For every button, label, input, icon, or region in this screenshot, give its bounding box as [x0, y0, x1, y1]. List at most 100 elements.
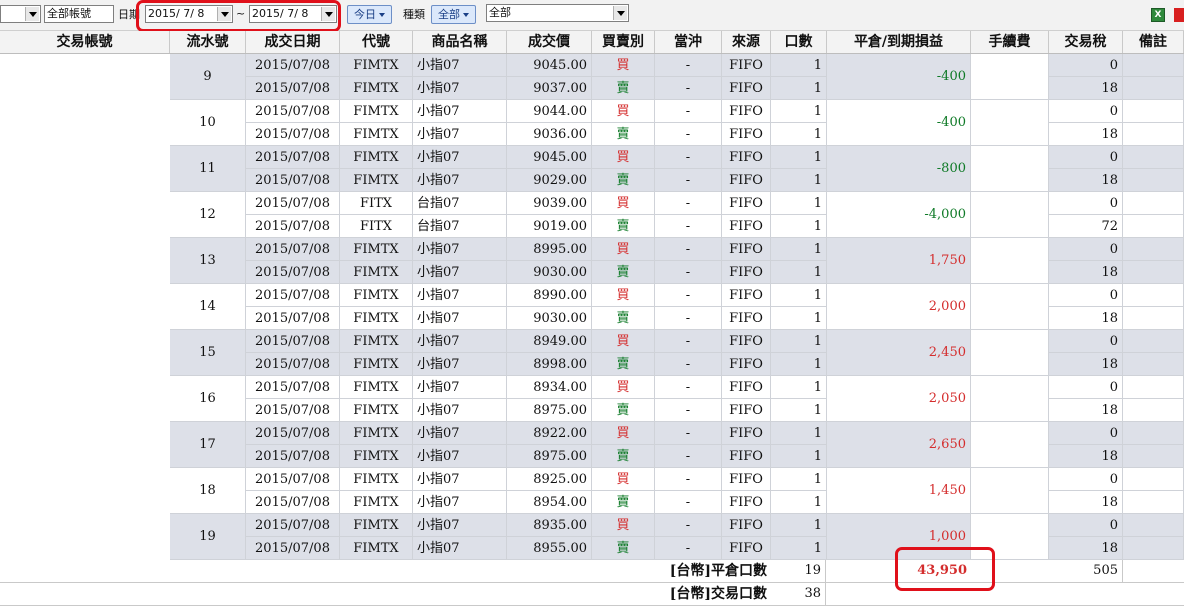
daytrade-cell: -	[655, 330, 722, 353]
side-cell: 買	[592, 422, 655, 445]
tax-cell: 18	[1049, 261, 1123, 284]
column-header-name[interactable]: 商品名稱	[413, 31, 507, 53]
trade-group[interactable]: 15 2015/07/08 FIMTX 小指07 8949.00 買 - FIFO 1 0 2015…	[0, 330, 1184, 376]
qty-cell: 1	[771, 491, 827, 514]
column-header-price[interactable]: 成交價	[507, 31, 592, 53]
side-cell: 賣	[592, 77, 655, 100]
price-cell: 8975.00	[507, 445, 592, 468]
side-cell: 賣	[592, 307, 655, 330]
trade-group[interactable]: 14 2015/07/08 FIMTX 小指07 8990.00 買 - FIFO 1 0 2015…	[0, 284, 1184, 330]
note-cell	[1123, 422, 1184, 445]
account-field[interactable]: 全部帳號	[44, 5, 114, 23]
seq-cell: 13	[170, 238, 246, 284]
tax-cell: 18	[1049, 353, 1123, 376]
trade-group[interactable]: 16 2015/07/08 FIMTX 小指07 8934.00 買 - FIFO 1 0 2015…	[0, 376, 1184, 422]
column-header-daytrade[interactable]: 當沖	[655, 31, 722, 53]
column-header-note[interactable]: 備註	[1123, 31, 1184, 53]
daytrade-cell: -	[655, 537, 722, 560]
seq-cell: 14	[170, 284, 246, 330]
price-cell: 8954.00	[507, 491, 592, 514]
summary-section: [台幣]平倉口數 19 43,950 505 [台幣]交易口數 38	[0, 547, 1184, 606]
qty-cell: 1	[771, 215, 827, 238]
trade-group[interactable]: 9 2015/07/08 FIMTX 小指07 9045.00 買 - FIFO 1 0 2015/…	[0, 54, 1184, 100]
price-cell: 9037.00	[507, 77, 592, 100]
fee-cell	[971, 54, 1049, 100]
product-name-cell: 小指07	[413, 54, 507, 77]
trade-grid: 9 2015/07/08 FIMTX 小指07 9045.00 買 - FIFO 1 0 2015/…	[0, 54, 1184, 560]
source-cell: FIFO	[722, 491, 771, 514]
date-cell: 2015/07/08	[246, 77, 340, 100]
trade-group[interactable]: 11 2015/07/08 FIMTX 小指07 9045.00 買 - FIFO 1 0 2015…	[0, 146, 1184, 192]
note-cell	[1123, 261, 1184, 284]
column-header-source[interactable]: 來源	[722, 31, 771, 53]
column-header-side[interactable]: 買賣別	[592, 31, 655, 53]
column-header-account[interactable]: 交易帳號	[0, 31, 170, 53]
date-cell: 2015/07/08	[246, 215, 340, 238]
today-button[interactable]: 今日	[347, 5, 392, 24]
product-name-cell: 小指07	[413, 284, 507, 307]
date-cell: 2015/07/08	[246, 261, 340, 284]
code-cell: FIMTX	[340, 284, 413, 307]
source-cell: FIFO	[722, 146, 771, 169]
note-cell	[1123, 491, 1184, 514]
chevron-down-icon[interactable]	[25, 7, 39, 21]
pl-cell: 2,000	[827, 284, 971, 330]
seq-cell: 16	[170, 376, 246, 422]
fee-cell	[971, 238, 1049, 284]
code-cell: FIMTX	[340, 54, 413, 77]
code-cell: FIMTX	[340, 376, 413, 399]
code-cell: FIMTX	[340, 537, 413, 560]
price-cell: 8990.00	[507, 284, 592, 307]
column-header-tax[interactable]: 交易稅	[1049, 31, 1123, 53]
date-cell: 2015/07/08	[246, 54, 340, 77]
side-cell: 買	[592, 468, 655, 491]
tax-cell: 18	[1049, 307, 1123, 330]
chevron-down-icon[interactable]	[321, 7, 335, 21]
column-header-qty[interactable]: 口數	[771, 31, 827, 53]
chevron-down-icon[interactable]	[217, 7, 231, 21]
source-cell: FIFO	[722, 353, 771, 376]
date-from-picker[interactable]: 2015/ 7/ 8	[145, 5, 233, 23]
date-cell: 2015/07/08	[246, 307, 340, 330]
fee-cell	[971, 330, 1049, 376]
source-cell: FIFO	[722, 169, 771, 192]
type-select[interactable]: 全部	[486, 4, 629, 22]
excel-export-icon[interactable]: X	[1151, 8, 1165, 22]
column-header-date[interactable]: 成交日期	[246, 31, 340, 53]
trade-group[interactable]: 13 2015/07/08 FIMTX 小指07 8995.00 買 - FIFO 1 0 2015…	[0, 238, 1184, 284]
column-header-fee[interactable]: 手續費	[971, 31, 1049, 53]
date-to-picker[interactable]: 2015/ 7/ 8	[249, 5, 337, 23]
side-cell: 賣	[592, 353, 655, 376]
column-header-code[interactable]: 代號	[340, 31, 413, 53]
source-cell: FIFO	[722, 77, 771, 100]
tax-cell: 18	[1049, 399, 1123, 422]
column-header-pl[interactable]: 平倉/到期損益	[827, 31, 971, 53]
type-select-value: 全部	[489, 6, 511, 19]
daytrade-cell: -	[655, 169, 722, 192]
source-cell: FIFO	[722, 399, 771, 422]
price-cell: 9019.00	[507, 215, 592, 238]
fee-cell	[971, 468, 1049, 514]
chevron-down-icon[interactable]	[613, 6, 627, 20]
side-cell: 買	[592, 100, 655, 123]
price-cell: 9030.00	[507, 307, 592, 330]
trade-group[interactable]: 19 2015/07/08 FIMTX 小指07 8935.00 買 - FIFO 1 0 2015…	[0, 514, 1184, 560]
pl-cell: 2,450	[827, 330, 971, 376]
side-cell: 買	[592, 192, 655, 215]
account-select[interactable]	[0, 5, 41, 23]
today-button-label: 今日	[354, 8, 376, 21]
daytrade-cell: -	[655, 468, 722, 491]
source-cell: FIFO	[722, 330, 771, 353]
trade-group[interactable]: 18 2015/07/08 FIMTX 小指07 8925.00 買 - FIFO 1 0 2015…	[0, 468, 1184, 514]
close-icon[interactable]	[1174, 8, 1184, 22]
type-button[interactable]: 全部	[431, 5, 476, 24]
price-cell: 8975.00	[507, 399, 592, 422]
qty-cell: 1	[771, 307, 827, 330]
trade-group[interactable]: 10 2015/07/08 FIMTX 小指07 9044.00 買 - FIFO 1 0 2015…	[0, 100, 1184, 146]
product-name-cell: 小指07	[413, 399, 507, 422]
tax-cell: 0	[1049, 376, 1123, 399]
trade-group[interactable]: 17 2015/07/08 FIMTX 小指07 8922.00 買 - FIFO 1 0 2015…	[0, 422, 1184, 468]
column-header-seq[interactable]: 流水號	[170, 31, 246, 53]
trade-group[interactable]: 12 2015/07/08 FITX 台指07 9039.00 買 - FIFO 1 0 2015/…	[0, 192, 1184, 238]
price-cell: 8922.00	[507, 422, 592, 445]
